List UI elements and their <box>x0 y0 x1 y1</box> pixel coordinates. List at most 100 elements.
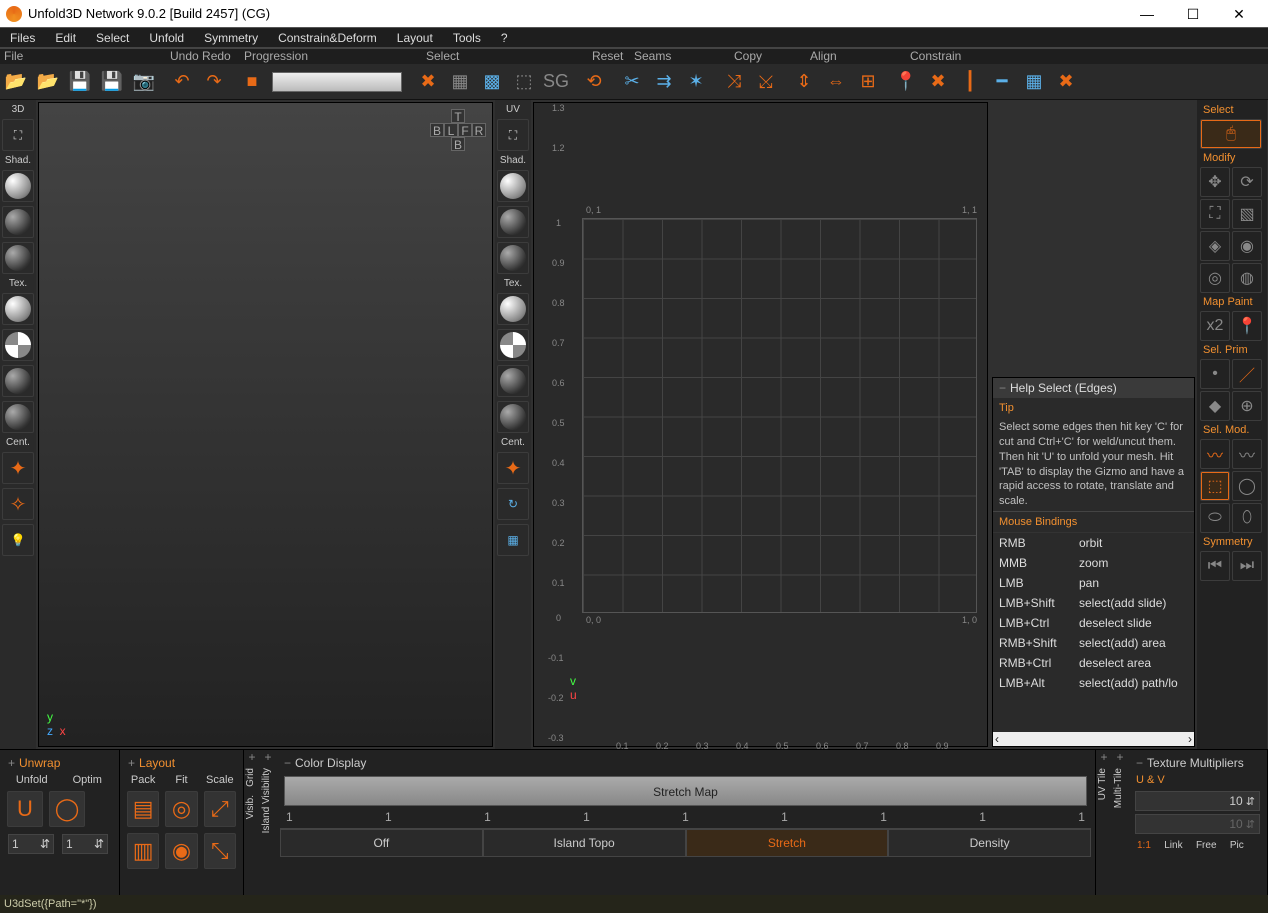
layout-title[interactable]: Layout <box>124 754 239 772</box>
warp4-icon[interactable]: ◍ <box>1232 263 1262 293</box>
tex3-icon[interactable] <box>2 365 34 397</box>
select-grid-icon[interactable]: ▦ <box>445 67 475 97</box>
island-icon[interactable]: ⊕ <box>1232 391 1262 421</box>
mod6-icon[interactable]: ⬯ <box>1232 503 1262 533</box>
nav-cube[interactable]: T BLFR B <box>430 109 486 151</box>
constrain-v-icon[interactable]: ┃ <box>955 67 985 97</box>
fit1-icon[interactable]: ◎ <box>165 791 197 827</box>
minimize-button[interactable]: ― <box>1124 0 1170 28</box>
close-button[interactable]: ✕ <box>1216 0 1262 28</box>
cd-tab-off[interactable]: Off <box>280 829 483 857</box>
uv-tex2-icon[interactable] <box>497 329 529 361</box>
optim-btn-icon[interactable]: ◯ <box>49 791 85 827</box>
tex1-icon[interactable] <box>2 293 34 325</box>
autoseam-icon[interactable]: ✶ <box>681 67 711 97</box>
mod4-icon[interactable]: ◯ <box>1232 471 1262 501</box>
sym1-icon[interactable]: ⏮ <box>1200 551 1230 581</box>
tm-pic[interactable]: Pic <box>1225 838 1249 853</box>
uv-shade3-icon[interactable] <box>497 242 529 274</box>
unfold-btn-icon[interactable]: U <box>7 791 43 827</box>
saveas-icon[interactable]: 💾 <box>97 67 127 97</box>
align-grid-icon[interactable]: ⊞ <box>853 67 883 97</box>
viewport-uv[interactable]: 0, 1 1, 1 0, 0 1, 0 1.3 1.2 1 0.9 0.8 0.… <box>533 102 988 747</box>
tm-free[interactable]: Free <box>1191 838 1222 853</box>
cd-tab-island[interactable]: Island Topo <box>483 829 686 857</box>
rotate-icon[interactable]: ⟳ <box>1232 167 1262 197</box>
move-icon[interactable]: ✥ <box>1200 167 1230 197</box>
mod3-icon[interactable]: ⬚ <box>1200 471 1230 501</box>
uv-shade2-icon[interactable] <box>497 206 529 238</box>
tm-title[interactable]: Texture Multipliers <box>1132 754 1263 772</box>
menu-unfold[interactable]: Unfold <box>139 28 194 48</box>
menu-tools[interactable]: Tools <box>443 28 491 48</box>
unpin-icon[interactable]: ✖ <box>923 67 953 97</box>
tm-link[interactable]: Link <box>1159 838 1187 853</box>
visib-label[interactable]: Visib. <box>244 791 260 823</box>
uv-tex3-icon[interactable] <box>497 365 529 397</box>
tm-11[interactable]: 1:1 <box>1132 838 1156 853</box>
cent2-icon[interactable]: ✧ <box>2 488 34 520</box>
menu-select[interactable]: Select <box>86 28 139 48</box>
cursor-icon[interactable]: 🖱 <box>1200 119 1262 149</box>
tab-unfold[interactable]: Unfold <box>4 772 60 788</box>
help-title[interactable]: −Help Select (Edges) <box>993 378 1194 398</box>
save-icon[interactable]: 💾 <box>65 67 95 97</box>
constrain-grid-icon[interactable]: ▦ <box>1019 67 1049 97</box>
mod5-icon[interactable]: ⬭ <box>1200 503 1230 533</box>
open-icon[interactable]: 📂 <box>1 67 31 97</box>
copy1-icon[interactable]: ⤨ <box>719 67 749 97</box>
menu-layout[interactable]: Layout <box>387 28 443 48</box>
uv-cent3-icon[interactable]: ▦ <box>497 524 529 556</box>
redo-icon[interactable]: ↷ <box>199 67 229 97</box>
reset-icon[interactable]: ⟲ <box>579 67 609 97</box>
stretch-map-bar[interactable]: Stretch Map <box>284 776 1087 806</box>
cd-tab-density[interactable]: Density <box>888 829 1091 857</box>
pin-icon[interactable]: 📍 <box>891 67 921 97</box>
tex4-icon[interactable] <box>2 401 34 433</box>
unfold-stepper[interactable]: 1⇵ <box>8 834 54 854</box>
cd-title[interactable]: Color Display <box>280 754 1091 772</box>
tm-u-spin[interactable]: 10 ⇵ <box>1135 791 1260 811</box>
snapshot-icon[interactable]: 📷 <box>129 67 159 97</box>
select-grow-icon[interactable]: ⬚ <box>509 67 539 97</box>
constrain-h-icon[interactable]: ━ <box>987 67 1017 97</box>
warp1-icon[interactable]: ◈ <box>1200 231 1230 261</box>
grid-label[interactable]: Grid <box>244 764 260 791</box>
menu-symmetry[interactable]: Symmetry <box>194 28 268 48</box>
tex2-icon[interactable] <box>2 329 34 361</box>
uv-tex1-icon[interactable] <box>497 293 529 325</box>
constrain-del-icon[interactable]: ✖ <box>1051 67 1081 97</box>
shade1-icon[interactable] <box>2 170 34 202</box>
maximize-button[interactable]: ☐ <box>1170 0 1216 28</box>
mouse-bindings-table[interactable]: RMBorbit MMBzoom LMBpan LMB+Shiftselect(… <box>993 532 1194 732</box>
menu-constrain[interactable]: Constrain&Deform <box>268 28 387 48</box>
pack2-icon[interactable]: ▥ <box>127 833 159 869</box>
deselect-icon[interactable]: ✖ <box>413 67 443 97</box>
menu-edit[interactable]: Edit <box>45 28 86 48</box>
scale2-icon[interactable]: ⤡ <box>204 833 236 869</box>
align-v-icon[interactable]: ⇕ <box>789 67 819 97</box>
unwrap-title[interactable]: Unwrap <box>4 754 115 772</box>
pin-paint-icon[interactable]: 📍 <box>1232 311 1262 341</box>
uv-tex4-icon[interactable] <box>497 401 529 433</box>
pack1-icon[interactable]: ▤ <box>127 791 159 827</box>
light-icon[interactable]: 💡 <box>2 524 34 556</box>
uv-cent2-icon[interactable]: ↻ <box>497 488 529 520</box>
scale1-icon[interactable]: ⤢ <box>204 791 236 827</box>
warp2-icon[interactable]: ◉ <box>1232 231 1262 261</box>
select-inv-icon[interactable]: ▩ <box>477 67 507 97</box>
vert-icon[interactable]: • <box>1200 359 1230 389</box>
help-hscroll[interactable]: ‹› <box>993 732 1194 746</box>
tab-scale[interactable]: Scale <box>201 772 239 788</box>
align-h-icon[interactable]: ⇔ <box>821 67 851 97</box>
face-icon[interactable]: ◆ <box>1200 391 1230 421</box>
reopen-icon[interactable]: 📂 <box>33 67 63 97</box>
island-vis-label[interactable]: Island Visibility <box>260 764 276 837</box>
fit-3d-icon[interactable]: ⛶ <box>2 119 34 151</box>
shade2-icon[interactable] <box>2 206 34 238</box>
menu-files[interactable]: Files <box>0 28 45 48</box>
distort-icon[interactable]: ▧ <box>1232 199 1262 229</box>
multitile-label[interactable]: Multi-Tile <box>1112 764 1128 812</box>
tab-pack[interactable]: Pack <box>124 772 162 788</box>
uv-shade1-icon[interactable] <box>497 170 529 202</box>
